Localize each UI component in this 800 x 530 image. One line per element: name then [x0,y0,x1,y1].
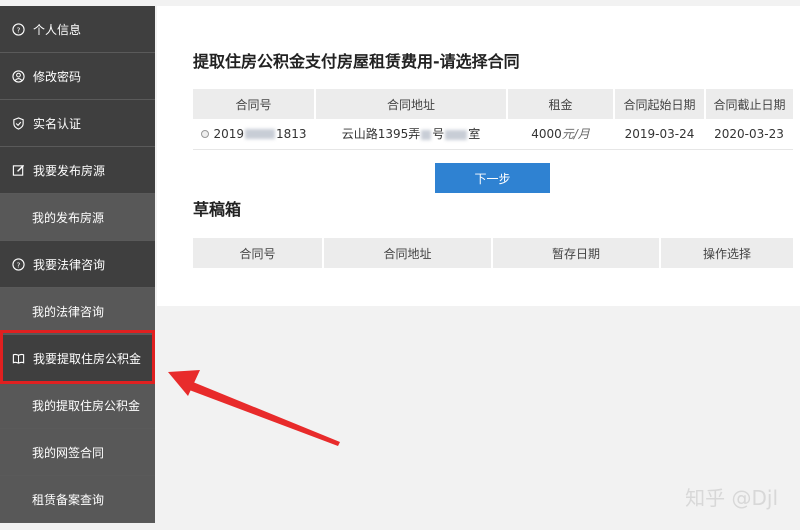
sidebar: ? 个人信息 修改密码 实名认证 我要发布房源 我的发布房源 ? 我要法律咨询 … [0,6,155,523]
user-circle-icon [12,69,25,83]
rent-unit: 元/月 [561,127,590,142]
sidebar-item-publish-listing[interactable]: 我要发布房源 [0,147,155,194]
column-header: 合同号 [193,238,324,268]
sidebar-item-label: 我要提取住房公积金 [33,351,142,366]
column-header: 合同截止日期 [705,89,793,119]
main-panel: 提取住房公积金支付房屋租赁费用-请选择合同 合同号 合同地址 租金 合同起始日期… [157,6,800,306]
svg-text:?: ? [17,25,21,34]
sidebar-item-change-password[interactable]: 修改密码 [0,53,155,100]
column-header: 暂存日期 [492,238,661,268]
sidebar-item-label: 我的提取住房公积金 [32,398,141,413]
annotation-arrow [168,370,340,446]
edit-icon [12,164,25,177]
sidebar-item-rental-record-query[interactable]: 租赁备案查询 [0,476,155,523]
sidebar-item-my-fund-withdrawals[interactable]: 我的提取住房公积金 [0,382,155,429]
sidebar-item-label: 我的发布房源 [32,210,105,225]
shield-icon [12,116,25,130]
column-header: 合同地址 [315,89,508,119]
sidebar-item-label: 我要法律咨询 [33,257,106,272]
sidebar-item-legal-consult[interactable]: ? 我要法律咨询 [0,241,155,288]
sidebar-item-label: 我的网签合同 [32,445,105,460]
contract-number-prefix: 2019 [213,126,244,141]
sidebar-item-real-name-auth[interactable]: 实名认证 [0,100,155,147]
sidebar-item-my-listings[interactable]: 我的发布房源 [0,194,155,241]
rent-cell: 4000元/月 [507,119,614,150]
sidebar-item-withdraw-fund[interactable]: 我要提取住房公积金 [0,335,155,382]
redacted-text [445,129,468,140]
sidebar-item-my-signed-contracts[interactable]: 我的网签合同 [0,429,155,476]
svg-text:?: ? [17,260,21,269]
address-text: 室 [468,127,481,142]
sidebar-item-label: 租赁备案查询 [32,492,105,507]
contract-number-suffix: 1813 [276,126,307,141]
drafts-title: 草稿箱 [193,200,242,219]
book-icon [12,352,25,365]
column-header: 合同号 [193,89,316,119]
rent-value: 4000 [531,127,562,142]
sidebar-item-label: 我的法律咨询 [32,304,105,319]
sidebar-item-label: 实名认证 [33,116,82,131]
contract-address-cell: 云山路1395弄号 室 [315,119,507,150]
end-date-cell: 2020-03-23 [705,119,793,150]
contract-radio[interactable] [201,130,210,139]
question-circle-icon: ? [12,257,25,271]
contracts-table: 合同号 合同地址 租金 合同起始日期 合同截止日期 2019 1813 云山路13… [193,89,793,150]
address-text: 号 [432,127,445,142]
contract-number-cell: 2019 1813 [193,119,315,150]
sidebar-item-label: 修改密码 [33,69,82,84]
question-circle-icon: ? [12,22,25,36]
column-header: 租金 [507,89,615,119]
redacted-text [421,129,432,140]
column-header: 合同起始日期 [614,89,706,119]
sidebar-item-personal-info[interactable]: ? 个人信息 [0,6,155,53]
table-row[interactable]: 2019 1813 云山路1395弄号 室 4000元/月 2019-03-24 2… [193,119,793,150]
watermark: 知乎 @Djl [685,486,778,510]
start-date-cell: 2019-03-24 [614,119,705,150]
redacted-text [245,129,275,140]
sidebar-item-label: 我要发布房源 [33,163,106,178]
sidebar-item-label: 个人信息 [33,22,82,37]
next-step-button[interactable]: 下一步 [435,163,550,193]
drafts-table: 合同号 合同地址 暂存日期 操作选择 [193,238,793,268]
address-text: 云山路1395弄 [341,127,421,142]
column-header: 合同地址 [323,238,493,268]
column-header: 操作选择 [660,238,793,268]
sidebar-item-my-legal-consult[interactable]: 我的法律咨询 [0,288,155,335]
page-title: 提取住房公积金支付房屋租赁费用-请选择合同 [193,52,520,71]
